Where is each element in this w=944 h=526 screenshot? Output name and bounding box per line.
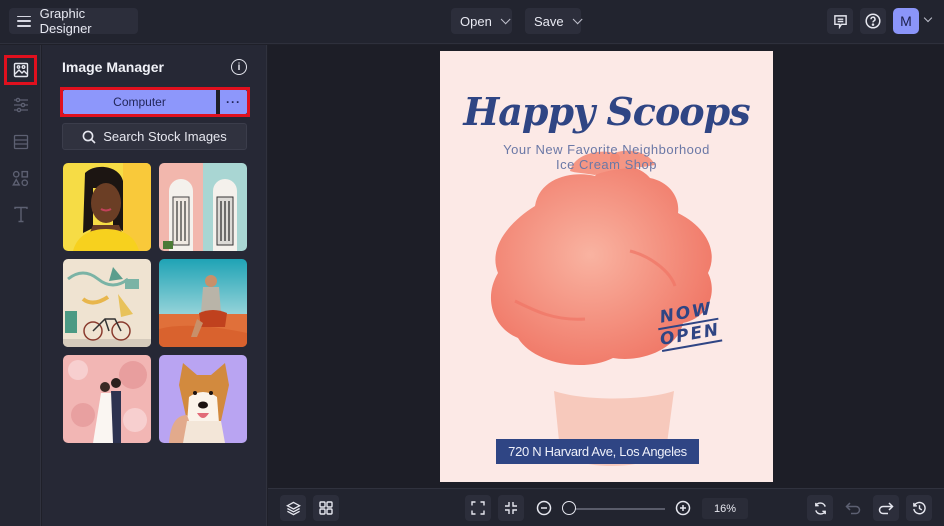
zoom-out-button[interactable]: [536, 500, 552, 516]
help-button[interactable]: [860, 8, 886, 34]
rail-item-adjustments[interactable]: [4, 90, 37, 120]
poster-subtitle[interactable]: Your New Favorite Neighborhood Ice Cream…: [440, 142, 773, 172]
save-button[interactable]: Save: [525, 8, 583, 34]
tool-rail: [0, 45, 41, 526]
address-banner[interactable]: 720 N Harvard Ave, Los Angeles: [496, 439, 699, 464]
upload-source-group: Computer ···: [60, 87, 250, 117]
redo-icon: [878, 502, 894, 515]
undo-icon: [845, 502, 861, 515]
rail-item-graphics[interactable]: [4, 163, 37, 193]
help-icon: [865, 13, 881, 29]
chevron-down-icon: [572, 13, 583, 24]
thumbnail-man-sitting-desert[interactable]: [159, 259, 247, 347]
upload-from-computer-button[interactable]: Computer: [63, 90, 216, 114]
canvas-area[interactable]: Happy Scoops Your New Favorite Neighborh…: [268, 45, 944, 488]
refresh-icon: [814, 501, 826, 515]
save-label: Save: [534, 13, 564, 29]
open-button[interactable]: Open: [451, 8, 512, 34]
thumbnail-woman-yellow-background[interactable]: [63, 163, 151, 251]
chevron-down-icon: [500, 13, 511, 24]
thumbnail-pastel-doorways[interactable]: [159, 163, 247, 251]
search-icon: [82, 130, 96, 144]
poster-title[interactable]: Happy Scoops: [440, 89, 773, 134]
replace-button[interactable]: [807, 495, 833, 521]
subtitle-line-1: Your New Favorite Neighborhood: [503, 142, 710, 157]
thumbnail-shiba-inu-dog[interactable]: [159, 355, 247, 443]
sliders-icon: [13, 97, 28, 113]
poster-design[interactable]: Happy Scoops Your New Favorite Neighborh…: [440, 51, 773, 482]
top-bar: Graphic Designer Open Save M: [0, 0, 944, 44]
comments-icon: [833, 14, 847, 29]
image-manager-panel: Image Manager i Computer ··· Search Stoc…: [42, 45, 267, 526]
main-menu-button[interactable]: Graphic Designer: [9, 6, 138, 36]
redo-button[interactable]: [873, 495, 899, 521]
more-upload-options-button[interactable]: ···: [220, 90, 247, 114]
zoom-slider-track[interactable]: [568, 508, 665, 510]
rail-item-image-manager[interactable]: [4, 55, 37, 85]
minus-circle-icon: [536, 500, 552, 516]
avatar-initial: M: [900, 13, 912, 29]
layout-icon: [13, 134, 28, 150]
actual-size-button[interactable]: [498, 495, 524, 521]
thumbnail-bicycle-mural[interactable]: [63, 259, 151, 347]
hamburger-icon: [17, 15, 31, 27]
bottom-toolbar: 16%: [268, 488, 944, 526]
grid-icon: [319, 501, 333, 515]
layers-button[interactable]: [280, 495, 306, 521]
zoom-in-button[interactable]: [675, 500, 691, 516]
comments-button[interactable]: [827, 8, 853, 34]
history-button[interactable]: [906, 495, 932, 521]
rail-item-layouts[interactable]: [4, 127, 37, 157]
chevron-down-icon[interactable]: [923, 13, 933, 23]
user-avatar[interactable]: M: [893, 8, 919, 34]
undo-button[interactable]: [845, 501, 861, 515]
panel-title: Image Manager: [62, 59, 164, 75]
open-label: Open: [460, 13, 492, 29]
expand-icon: [471, 501, 485, 515]
fit-to-screen-button[interactable]: [465, 495, 491, 521]
image-icon: [13, 62, 28, 78]
thumbnail-wedding-couple-blossoms[interactable]: [63, 355, 151, 443]
grid-view-button[interactable]: [313, 495, 339, 521]
app-title: Graphic Designer: [39, 6, 92, 36]
info-icon[interactable]: i: [231, 59, 247, 75]
zoom-level-input[interactable]: 16%: [702, 498, 748, 519]
history-icon: [912, 501, 926, 514]
search-stock-images-button[interactable]: Search Stock Images: [62, 123, 247, 150]
compress-icon: [505, 502, 517, 514]
layers-icon: [285, 501, 301, 515]
rail-item-text[interactable]: [4, 199, 37, 229]
zoom-slider-handle[interactable]: [562, 501, 576, 515]
subtitle-line-2: Ice Cream Shop: [556, 157, 657, 172]
text-icon: [13, 206, 28, 222]
search-stock-label: Search Stock Images: [103, 129, 227, 144]
plus-circle-icon: [675, 500, 691, 516]
shapes-icon: [12, 170, 29, 186]
